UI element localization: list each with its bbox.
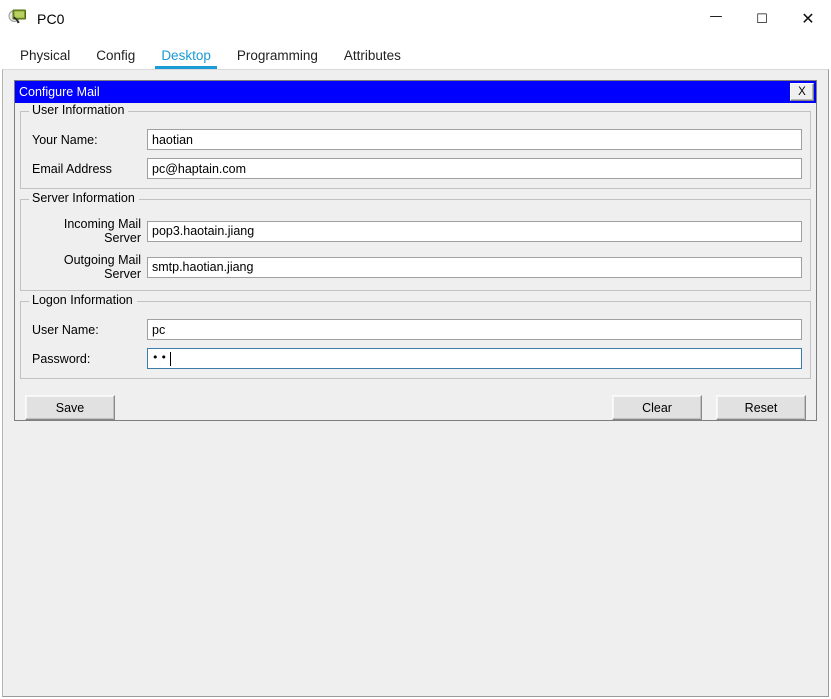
text-cursor xyxy=(169,351,171,366)
save-button[interactable]: Save xyxy=(25,395,115,420)
tab-physical[interactable]: Physical xyxy=(7,48,83,70)
email-address-label: Email Address xyxy=(32,161,112,176)
group-logon-information-legend: Logon Information xyxy=(29,294,137,307)
incoming-mail-server-label: Incoming Mail Server xyxy=(63,217,141,245)
dialog-title: Configure Mail xyxy=(19,84,100,99)
minimize-button[interactable]: — xyxy=(693,0,739,38)
group-user-information-legend: User Information xyxy=(29,104,129,117)
outgoing-mail-server-label: Outgoing Mail Server xyxy=(63,253,141,281)
clear-button[interactable]: Clear xyxy=(612,395,702,420)
your-name-input[interactable]: haotian xyxy=(147,129,802,150)
close-icon: ✕ xyxy=(801,9,815,28)
reset-button[interactable]: Reset xyxy=(716,395,806,420)
window-titlebar: PC0 — ☐ ✕ xyxy=(0,0,831,38)
row-incoming-mail-server: Incoming Mail Server pop3.haotain.jiang xyxy=(29,217,802,245)
user-name-label: User Name: xyxy=(32,322,99,337)
row-your-name: Your Name: haotian xyxy=(29,129,802,150)
group-server-information: Server Information Incoming Mail Server … xyxy=(20,192,811,291)
tab-strip: Physical Config Desktop Programming Attr… xyxy=(0,38,831,69)
row-outgoing-mail-server: Outgoing Mail Server smtp.haotian.jiang xyxy=(29,253,802,281)
dialog-button-row: Save Clear Reset xyxy=(20,389,811,420)
dialog-body: User Information Your Name: haotian Emai… xyxy=(15,103,816,420)
row-email-address: Email Address pc@haptain.com xyxy=(29,158,802,179)
window-controls: — ☐ ✕ xyxy=(693,0,831,38)
row-user-name: User Name: pc xyxy=(29,319,802,340)
group-logon-information: Logon Information User Name: pc Password… xyxy=(20,294,811,379)
outgoing-mail-server-input[interactable]: smtp.haotian.jiang xyxy=(147,256,802,278)
your-name-label: Your Name: xyxy=(32,132,98,147)
configure-mail-dialog: Configure Mail X User Information Your N… xyxy=(14,80,817,421)
email-address-input[interactable]: pc@haptain.com xyxy=(147,158,802,179)
user-name-input[interactable]: pc xyxy=(147,319,802,340)
tab-config[interactable]: Config xyxy=(83,48,148,70)
tab-programming[interactable]: Programming xyxy=(224,48,331,70)
row-password: Password: •• xyxy=(29,348,802,369)
group-user-information: User Information Your Name: haotian Emai… xyxy=(20,104,811,189)
incoming-mail-server-input[interactable]: pop3.haotain.jiang xyxy=(147,220,802,242)
group-server-information-legend: Server Information xyxy=(29,192,139,205)
maximize-icon: ☐ xyxy=(756,11,768,27)
close-button[interactable]: ✕ xyxy=(785,0,831,38)
tab-desktop[interactable]: Desktop xyxy=(148,48,224,70)
desktop-content-panel: Configure Mail X User Information Your N… xyxy=(2,69,829,697)
minimize-icon: — xyxy=(709,8,723,24)
tab-attributes[interactable]: Attributes xyxy=(331,48,414,70)
dialog-close-button[interactable]: X xyxy=(790,83,814,101)
password-input[interactable]: •• xyxy=(147,348,802,369)
dialog-titlebar: Configure Mail X xyxy=(15,81,816,103)
password-label: Password: xyxy=(32,351,91,366)
network-device-icon xyxy=(8,8,28,28)
password-masked-value: •• xyxy=(152,351,169,364)
maximize-button[interactable]: ☐ xyxy=(739,0,785,38)
window-title: PC0 xyxy=(37,11,65,27)
